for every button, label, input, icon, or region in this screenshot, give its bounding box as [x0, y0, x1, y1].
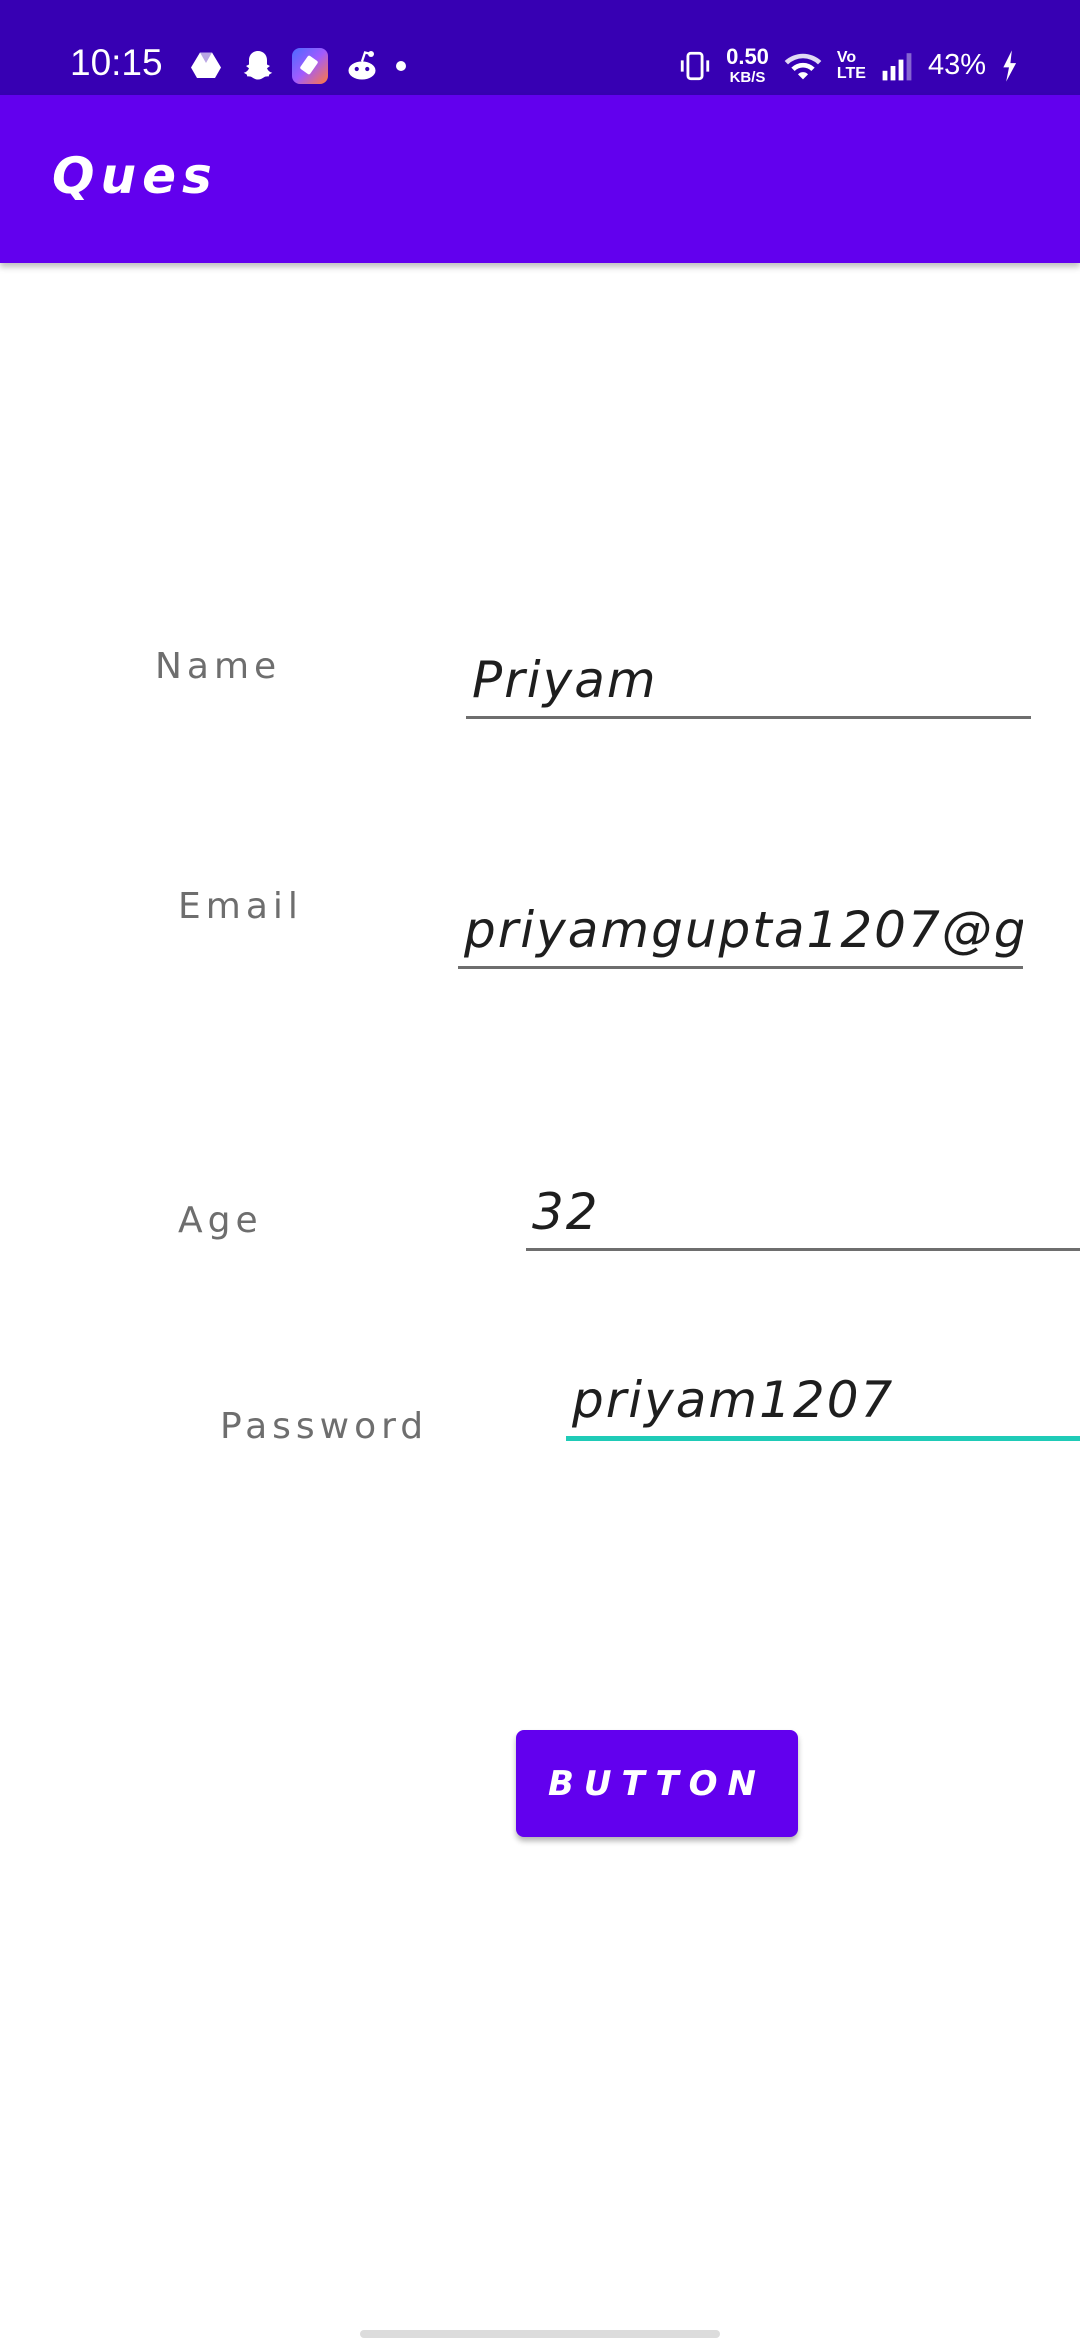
- name-label: Name: [155, 646, 282, 687]
- submit-button[interactable]: BUTTON: [516, 1730, 798, 1837]
- password-input[interactable]: [566, 1364, 1080, 1436]
- vibrate-icon: [680, 51, 710, 80]
- home-indicator[interactable]: [360, 2330, 720, 2338]
- age-input[interactable]: [526, 1176, 1080, 1248]
- volte-line1: Vo: [836, 49, 857, 67]
- charging-bolt-icon: [1003, 49, 1017, 82]
- app-bar: Ques: [0, 95, 1080, 263]
- notification-icons: [188, 48, 406, 84]
- volte-indicator: Vo LTE: [836, 49, 866, 82]
- name-input[interactable]: [466, 644, 1031, 716]
- password-field-container: [566, 1364, 1080, 1441]
- age-label: Age: [178, 1200, 263, 1241]
- more-dot-icon: [396, 61, 406, 71]
- app-tile-icon: [292, 48, 328, 84]
- status-time: 10:15: [70, 42, 163, 83]
- age-field-container: [526, 1176, 1080, 1251]
- email-label: Email: [178, 886, 303, 927]
- email-input[interactable]: [458, 894, 1023, 966]
- signal-icon: [882, 52, 912, 80]
- screen: 10:15 0.50 KB/S Vo LTE 43% Ques Name Pri…: [0, 0, 1080, 2340]
- google-drive-icon: [191, 52, 221, 78]
- net-speed-value: 0.50: [726, 44, 769, 69]
- status-bar: 10:15 0.50 KB/S Vo LTE 43%: [0, 0, 1080, 95]
- system-icons: 0.50 KB/S Vo LTE 43%: [678, 46, 1018, 85]
- battery-percent: 43%: [927, 49, 986, 81]
- wifi-icon: [784, 53, 822, 79]
- reddit-icon: [348, 51, 376, 80]
- name-field-container: [466, 644, 1031, 719]
- network-speed: 0.50 KB/S: [726, 44, 769, 86]
- volte-line2: LTE: [836, 64, 866, 82]
- email-field-container: [458, 894, 1023, 969]
- app-title: Ques: [52, 147, 218, 205]
- snapchat-icon: [243, 51, 273, 80]
- password-label: Password: [220, 1406, 429, 1447]
- net-speed-unit: KB/S: [729, 69, 766, 86]
